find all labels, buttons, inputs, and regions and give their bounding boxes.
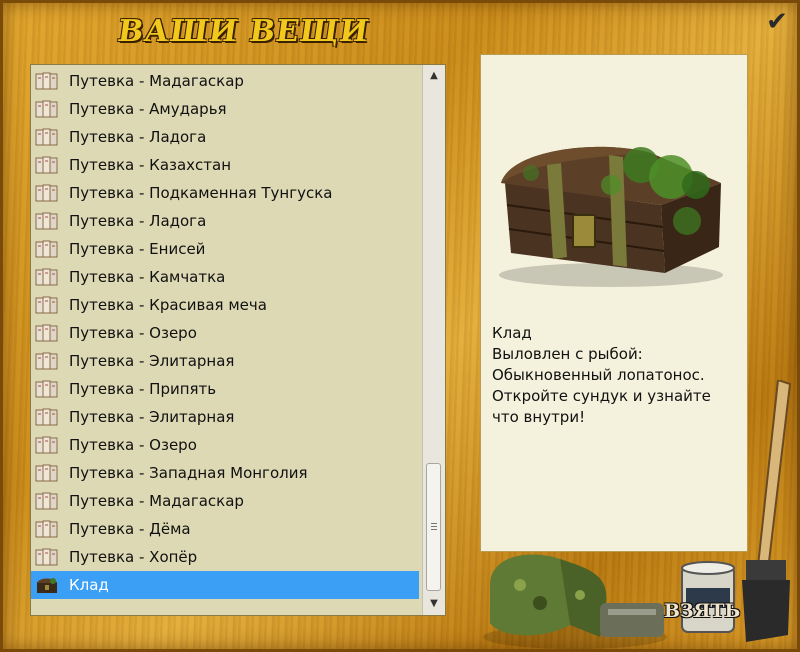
list-item-label: Путевка - Озеро [69,436,197,454]
voucher-icon [35,379,59,399]
list-item-label: Путевка - Озеро [69,324,197,342]
description-line: Откройте сундук и узнайте [492,387,711,405]
treasure-chest-image [499,146,723,287]
voucher-icon [35,155,59,175]
voucher-icon [35,239,59,259]
list-item-label: Путевка - Красивая меча [69,296,267,314]
scrollbar[interactable]: ▲ ▼ [422,65,445,615]
list-item[interactable]: Путевка - Элитарная [31,403,419,431]
list-item[interactable]: Путевка - Ладога [31,123,419,151]
voucher-icon [35,407,59,427]
list-item[interactable]: Путевка - Припять [31,375,419,403]
voucher-icon [35,491,59,511]
list-item-label: Путевка - Камчатка [69,268,226,286]
list-item-label: Путевка - Элитарная [69,352,235,370]
list-item-label: Путевка - Хопёр [69,548,198,566]
page-title: ВАШИ ВЕЩИ [115,14,372,49]
list-item-label: Путевка - Западная Монголия [69,464,308,482]
list-item-label: Путевка - Ладога [69,128,207,146]
items-list-panel: Путевка - Мадагаскар Путевка - Амударья Пу… [30,64,446,616]
description-line: Выловлен с рыбой: [492,345,643,363]
list-item-label: Путевка - Подкаменная Тунгуска [69,184,333,202]
list-item[interactable]: Путевка - Дёма [31,515,419,543]
list-item[interactable]: Путевка - Казахстан [31,151,419,179]
voucher-icon [35,463,59,483]
list-item[interactable]: Путевка - Озеро [31,431,419,459]
take-button[interactable]: ВЗЯТЬ [660,596,744,626]
voucher-icon [35,211,59,231]
list-item[interactable]: Путевка - Подкаменная Тунгуска [31,179,419,207]
list-item-label: Путевка - Элитарная [69,408,235,426]
chest-icon [35,575,59,595]
items-list: Путевка - Мадагаскар Путевка - Амударья Пу… [31,67,419,599]
voucher-icon [35,547,59,567]
backpack-icon [483,554,667,649]
scroll-up-icon[interactable]: ▲ [423,67,445,85]
list-item-label: Путевка - Припять [69,380,217,398]
list-item[interactable]: Путевка - Элитарная [31,347,419,375]
list-item[interactable]: Путевка - Хопёр [31,543,419,571]
list-item[interactable]: Путевка - Красивая меча [31,291,419,319]
description-line: Клад [492,324,532,342]
voucher-icon [35,435,59,455]
voucher-icon [35,127,59,147]
list-item-label: Клад [69,576,109,594]
list-item[interactable]: Клад [31,571,419,599]
list-item-label: Путевка - Дёма [69,520,191,538]
list-item-label: Путевка - Енисей [69,240,206,258]
voucher-icon [35,71,59,91]
description-line: Обыкновенный лопатонос. [492,366,705,384]
voucher-icon [35,267,59,287]
scroll-down-icon[interactable]: ▼ [423,595,445,613]
list-item-label: Путевка - Амударья [69,100,227,118]
list-item[interactable]: Путевка - Мадагаскар [31,487,419,515]
list-item-label: Путевка - Мадагаскар [69,72,244,90]
voucher-icon [35,295,59,315]
list-item[interactable]: Путевка - Камчатка [31,263,419,291]
list-item-label: Путевка - Казахстан [69,156,232,174]
list-item[interactable]: Путевка - Мадагаскар [31,67,419,95]
list-item[interactable]: Путевка - Западная Монголия [31,459,419,487]
grip-icon [431,522,437,530]
list-item-label: Путевка - Ладога [69,212,207,230]
description-line: что внутри! [492,408,586,426]
item-description: Клад Выловлен с рыбой: Обыкновенный лопато… [492,323,742,428]
checkmark-icon[interactable]: ✔ [763,8,791,36]
voucher-icon [35,519,59,539]
list-item[interactable]: Путевка - Амударья [31,95,419,123]
scroll-thumb[interactable] [426,463,441,591]
voucher-icon [35,351,59,371]
voucher-icon [35,99,59,119]
voucher-icon [35,323,59,343]
list-item-label: Путевка - Мадагаскар [69,492,244,510]
list-item[interactable]: Путевка - Енисей [31,235,419,263]
list-item[interactable]: Путевка - Ладога [31,207,419,235]
list-item[interactable]: Путевка - Озеро [31,319,419,347]
voucher-icon [35,183,59,203]
item-detail-panel: Клад Выловлен с рыбой: Обыкновенный лопато… [480,54,748,552]
